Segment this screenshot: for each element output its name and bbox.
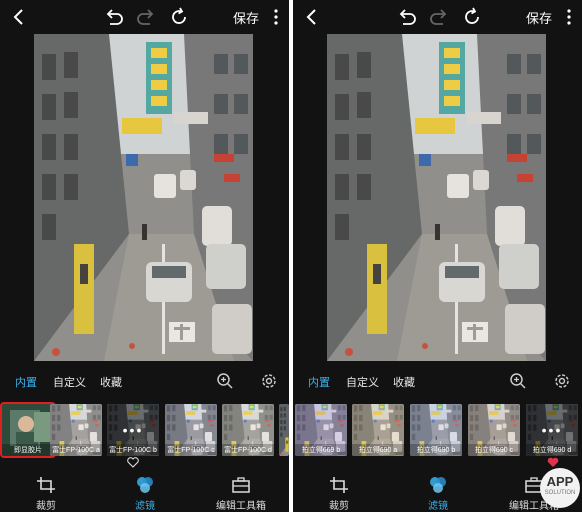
nav-crop[interactable]: 裁剪: [304, 470, 374, 512]
redo-icon[interactable]: [135, 6, 157, 28]
nav-filter[interactable]: 滤镜: [110, 470, 180, 512]
filter-thumbnail[interactable]: 富士FP-100C d: [222, 404, 274, 456]
filter-editor-screen-right: 保存 内置 自定义 收藏 拍立得669 b 拍立得690 a 拍立得690 b …: [293, 0, 582, 512]
filter-thumbnail-strip: 拍立得669 b 拍立得690 a 拍立得690 b 拍立得690 c ••• …: [293, 400, 582, 468]
zoom-in-icon[interactable]: [509, 372, 527, 390]
more-options-icon[interactable]: •••: [526, 422, 578, 438]
filter-thumbnail-label: 拍立得690 d: [526, 444, 578, 456]
tab-favorites[interactable]: 收藏: [393, 374, 415, 390]
save-button[interactable]: 保存: [233, 8, 259, 27]
undo-icon[interactable]: [103, 6, 125, 28]
tab-builtin[interactable]: 内置: [308, 374, 330, 390]
filter-thumbnail-label: 拍立得690 c: [468, 444, 520, 456]
filter-thumbnail-partial[interactable]: [279, 404, 289, 456]
watermark-logo: APP SOLUTION: [540, 468, 580, 508]
filter-thumbnail[interactable]: 富士FP-100C a: [50, 404, 102, 456]
crop-icon: [330, 477, 348, 493]
zoom-in-icon[interactable]: [216, 372, 234, 390]
watermark-subtitle: SOLUTION: [544, 490, 576, 496]
filter-thumbnail[interactable]: 拍立得690 b: [410, 404, 462, 456]
filter-thumbnail[interactable]: 拍立得690 c: [468, 404, 520, 456]
nav-toolbox-label: 编辑工具箱: [216, 501, 266, 512]
reset-icon[interactable]: [168, 6, 190, 28]
filter-thumbnail[interactable]: ••• 拍立得690 d: [526, 404, 578, 456]
filter-thumbnail-label: 即显胶片: [2, 444, 54, 456]
filter-icon: [137, 477, 153, 493]
filter-thumbnail[interactable]: 富士FP-100C c: [165, 404, 217, 456]
crop-icon: [37, 477, 55, 493]
nav-filter[interactable]: 滤镜: [403, 470, 473, 512]
nav-crop-label: 裁剪: [36, 501, 56, 512]
filter-thumbnail-label: 富士FP-100C d: [222, 444, 274, 456]
nav-crop[interactable]: 裁剪: [11, 470, 81, 512]
filter-tabs: 内置 自定义 收藏: [0, 368, 289, 394]
filter-thumbnail-label: 富士FP-100C b: [107, 444, 159, 456]
back-arrow-icon[interactable]: [8, 6, 30, 28]
filter-thumbnail-label: 拍立得690 b: [410, 444, 462, 456]
filter-thumbnail[interactable]: 拍立得669 b: [295, 404, 347, 456]
bottom-navigation: 裁剪 滤镜 编辑工具箱: [293, 470, 582, 512]
filter-editor-screen-left: 保存 内置 自定义 收藏 即显胶片 富士FP-100C a ••• 富士FP-1…: [0, 0, 289, 512]
filter-thumbnail-label: 富士FP-100C c: [165, 444, 217, 456]
more-options-icon[interactable]: •••: [107, 422, 159, 438]
photo-preview: [34, 34, 253, 361]
nav-crop-label: 裁剪: [329, 501, 349, 512]
filter-thumbnail-label: 拍立得669 b: [295, 444, 347, 456]
bottom-navigation: 裁剪 滤镜 编辑工具箱: [0, 470, 289, 512]
gear-icon[interactable]: [553, 372, 571, 390]
filter-thumbnail[interactable]: 拍立得690 a: [352, 404, 404, 456]
filter-thumbnail-strip: 即显胶片 富士FP-100C a ••• 富士FP-100C b 富士FP-10…: [0, 400, 289, 468]
filter-thumbnail-label: 富士FP-100C a: [50, 444, 102, 456]
more-icon[interactable]: [270, 6, 282, 28]
tab-builtin[interactable]: 内置: [15, 374, 37, 390]
tab-custom[interactable]: 自定义: [346, 374, 379, 390]
reset-icon[interactable]: [461, 6, 483, 28]
filter-tabs: 内置 自定义 收藏: [293, 368, 582, 394]
photo-preview: [327, 34, 546, 361]
top-toolbar: 保存: [293, 0, 582, 34]
back-arrow-icon[interactable]: [301, 6, 323, 28]
filter-thumbnail[interactable]: 即显胶片: [0, 402, 56, 458]
favorite-heart-filled-icon[interactable]: [547, 457, 559, 468]
filter-thumbnail[interactable]: ••• 富士FP-100C b: [107, 404, 159, 456]
more-icon[interactable]: [563, 6, 575, 28]
save-button[interactable]: 保存: [526, 8, 552, 27]
filter-thumbnail-label: 拍立得690 a: [352, 444, 404, 456]
favorite-heart-outline-icon[interactable]: [127, 457, 139, 468]
tab-custom[interactable]: 自定义: [53, 374, 86, 390]
nav-filter-label: 滤镜: [135, 501, 155, 512]
top-toolbar: 保存: [0, 0, 289, 34]
tab-favorites[interactable]: 收藏: [100, 374, 122, 390]
watermark-title: APP: [546, 474, 574, 489]
redo-icon[interactable]: [428, 6, 450, 28]
nav-toolbox[interactable]: 编辑工具箱: [206, 470, 276, 512]
undo-icon[interactable]: [396, 6, 418, 28]
nav-filter-label: 滤镜: [428, 501, 448, 512]
toolbox-icon: [232, 477, 250, 493]
gear-icon[interactable]: [260, 372, 278, 390]
filter-icon: [430, 477, 446, 493]
